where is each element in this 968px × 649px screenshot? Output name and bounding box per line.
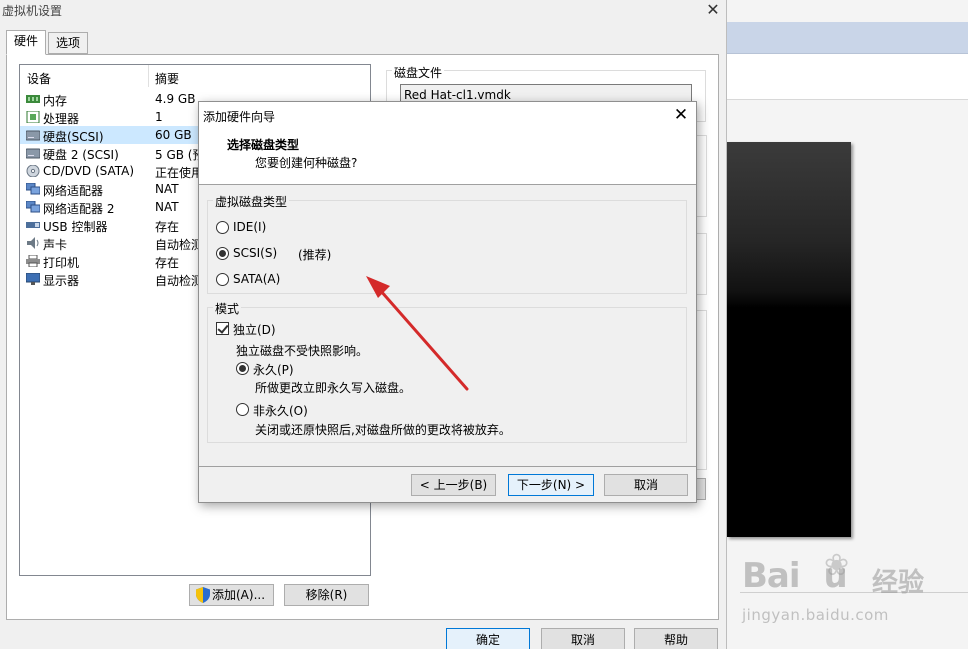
device-summary: NAT [155, 200, 179, 214]
wizard-cancel-button[interactable]: 取消 [604, 474, 688, 496]
header-separator[interactable] [148, 65, 149, 87]
device-name: 硬盘 2 (SCSI) [43, 148, 119, 162]
network-icon [26, 183, 40, 195]
device-name: 处理器 [43, 112, 80, 126]
background-band [727, 54, 968, 100]
radio-nonpersistent-button[interactable] [236, 403, 249, 416]
cdrom-icon [26, 165, 40, 177]
device-name: USB 控制器 [43, 220, 108, 234]
add-button-label: 添加(A)... [212, 588, 266, 602]
background-toolbar-strip [727, 22, 968, 54]
recommended-note: (推荐) [298, 248, 332, 262]
radio-scsi-button[interactable] [216, 247, 229, 260]
header-summary[interactable]: 摘要 [155, 70, 179, 87]
header-device[interactable]: 设备 [27, 70, 51, 87]
radio-ide-button[interactable] [216, 221, 229, 234]
help-button[interactable]: 帮助 [634, 628, 718, 649]
add-hardware-button[interactable]: 添加(A)... [189, 584, 274, 606]
device-list-header: 设备 摘要 [20, 65, 370, 87]
tab-options[interactable]: 选项 [48, 32, 89, 54]
radio-nonpersistent-label: 非永久(O) [253, 404, 308, 418]
window-title: 虚拟机设置 [2, 4, 63, 18]
device-summary: 自动检测 [155, 238, 204, 252]
device-name: 显示器 [43, 274, 80, 288]
baidu-watermark: Bai u ❀ 经验 jingyan.baidu.com [742, 548, 962, 628]
device-name: 硬盘(SCSI) [43, 130, 104, 144]
radio-sata-label: SATA(A) [233, 272, 281, 286]
close-icon[interactable]: ✕ [669, 104, 693, 126]
printer-icon [26, 255, 40, 267]
device-name: CD/DVD (SATA) [43, 164, 135, 178]
radio-persistent-button[interactable] [236, 362, 249, 375]
device-name: 内存 [43, 94, 68, 108]
wizard-footer-divider [199, 466, 696, 467]
cpu-icon [26, 111, 40, 123]
harddisk-icon [26, 148, 40, 159]
add-hardware-wizard: 添加硬件向导 ✕ 选择磁盘类型 您要创建何种磁盘? 虚拟磁盘类型 IDE(I) … [198, 101, 697, 503]
next-button[interactable]: 下一步(N) > [508, 474, 594, 496]
close-icon[interactable]: ✕ [703, 0, 723, 20]
monitor-icon [26, 273, 40, 285]
independent-label: 独立(D) [233, 323, 276, 337]
radio-scsi-label: SCSI(S) [233, 246, 278, 260]
device-summary: 4.9 GB [155, 92, 196, 106]
radio-sata-button[interactable] [216, 273, 229, 286]
disk-file-label: 磁盘文件 [392, 64, 445, 81]
tab-hardware[interactable]: 硬件 [6, 30, 47, 55]
device-summary: 存在 [155, 220, 180, 234]
wizard-subheading: 您要创建何种磁盘? [255, 156, 358, 170]
device-name: 网络适配器 [43, 184, 104, 198]
ok-button[interactable]: 确定 [446, 628, 530, 649]
independent-desc: 独立磁盘不受快照影响。 [236, 344, 369, 358]
device-name: 声卡 [43, 238, 68, 252]
wizard-header: 选择磁盘类型 您要创建何种磁盘? [199, 128, 696, 185]
watermark-url: jingyan.baidu.com [742, 606, 889, 624]
device-name: 打印机 [43, 256, 80, 270]
persistent-desc: 所做更改立即永久写入磁盘。 [255, 381, 412, 395]
harddisk-icon [26, 130, 40, 141]
device-summary: NAT [155, 182, 179, 196]
device-name: 网络适配器 2 [43, 202, 115, 216]
wizard-title: 添加硬件向导 [203, 110, 276, 124]
wizard-titlebar: 添加硬件向导 ✕ [199, 102, 696, 128]
paw-icon: ❀ [824, 548, 850, 583]
speaker-icon [27, 237, 39, 249]
radio-ide-label: IDE(I) [233, 220, 267, 234]
shield-icon [196, 587, 210, 603]
back-button[interactable]: < 上一步(B) [411, 474, 496, 496]
nonpersistent-desc: 关闭或还原快照后,对磁盘所做的更改将被放弃。 [255, 423, 511, 437]
device-summary: 60 GB [155, 128, 192, 142]
wizard-heading: 选择磁盘类型 [227, 138, 300, 152]
radio-persistent-label: 永久(P) [253, 363, 294, 377]
disk-type-group-label: 虚拟磁盘类型 [213, 193, 290, 210]
remove-hardware-button[interactable]: 移除(R) [284, 584, 369, 606]
device-summary: 存在 [155, 256, 180, 270]
mode-group-label: 模式 [213, 300, 242, 317]
watermark-cn: 经验 [872, 568, 925, 598]
vm-preview-screen [727, 142, 851, 537]
independent-checkbox-box[interactable] [216, 322, 229, 335]
network-icon [26, 201, 40, 213]
memory-icon [26, 95, 40, 103]
device-summary: 1 [155, 110, 163, 124]
device-summary: 自动检测 [155, 274, 204, 288]
device-summary: 正在使用 [155, 166, 204, 180]
usb-icon [26, 222, 40, 228]
cancel-button[interactable]: 取消 [541, 628, 625, 649]
